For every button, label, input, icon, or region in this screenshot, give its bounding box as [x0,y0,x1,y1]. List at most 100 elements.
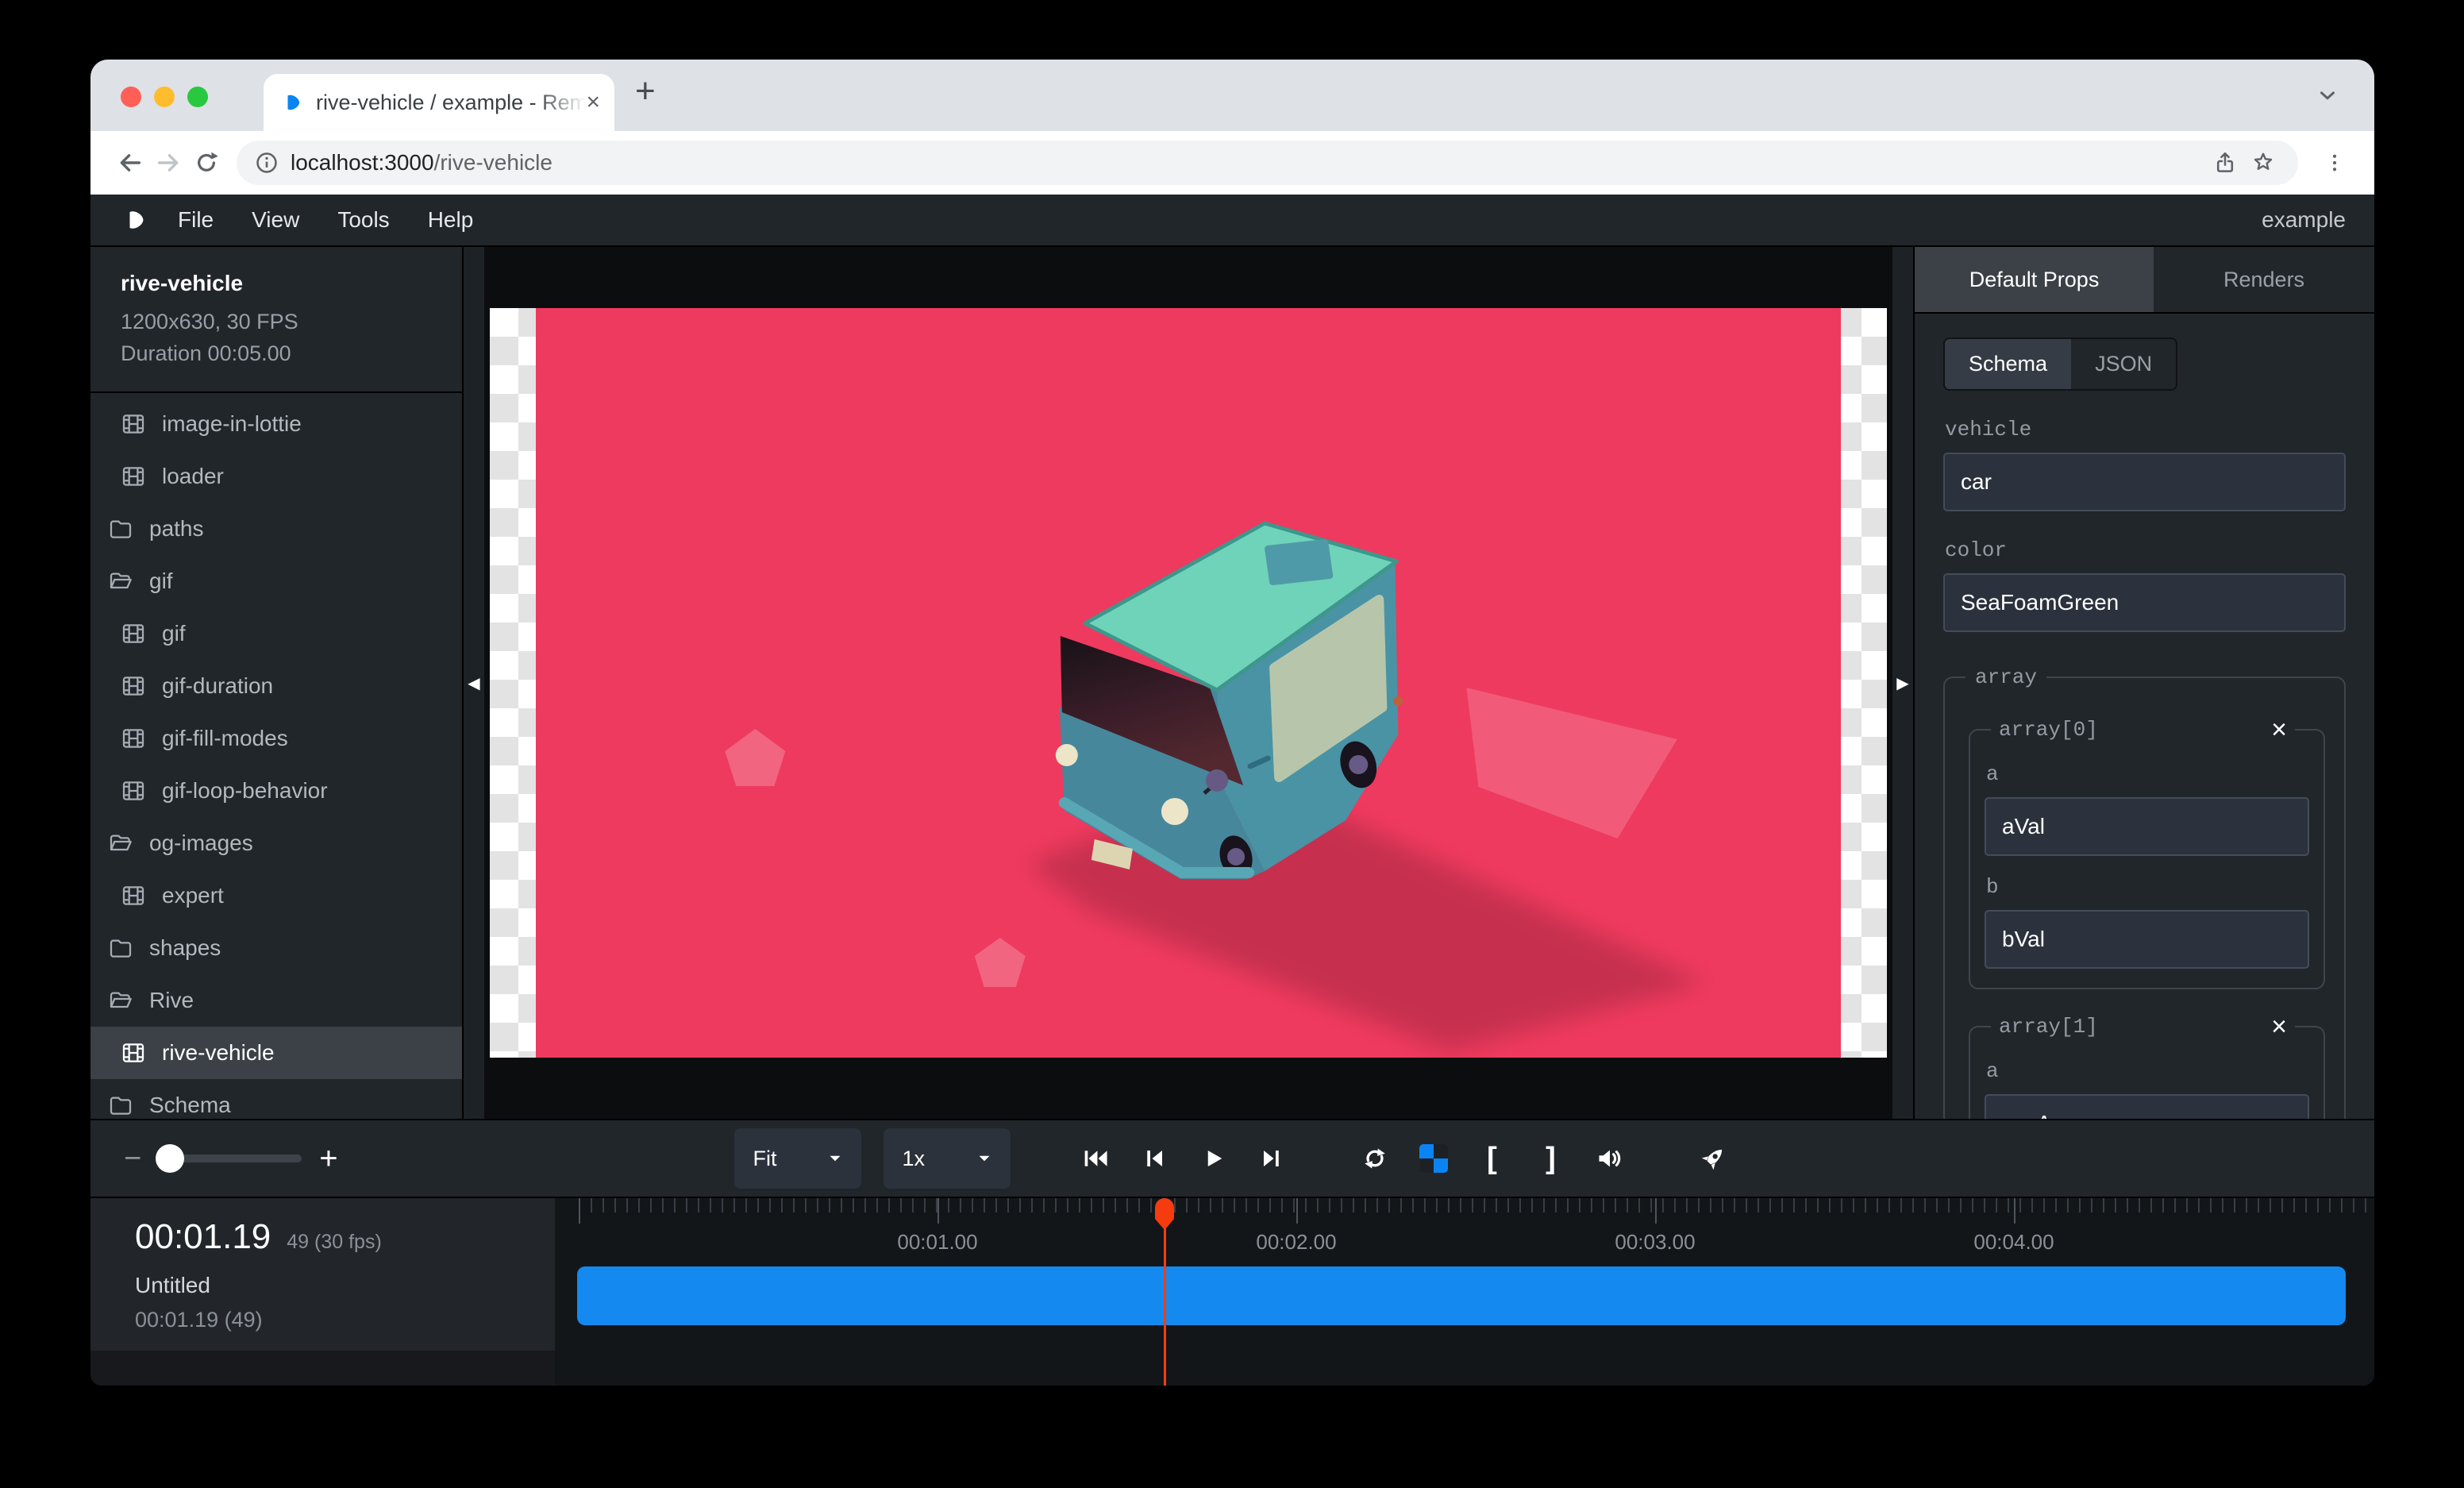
sidebar-item-gif-fill-modes[interactable]: gif-fill-modes [90,712,462,765]
next-frame-icon [1260,1147,1284,1170]
array-item-label: array[1] [1999,1015,2098,1039]
sidebar-item-gif[interactable]: gif [90,555,462,607]
sidebar-item-label: Rive [149,988,194,1013]
tab-close-icon[interactable]: × [586,91,600,114]
playhead-marker[interactable] [1155,1198,1174,1220]
remotion-favicon [283,92,303,113]
loop-toggle-button[interactable] [1357,1140,1393,1177]
props-content: Schema JSON vehicle car color SeaFoamGre… [1915,314,2374,1119]
collapse-left-sidebar-handle[interactable]: ◀ [464,247,484,1119]
previous-frame-button[interactable] [1136,1140,1172,1177]
zoom-in-icon[interactable]: + [319,1143,337,1174]
back-button[interactable] [111,144,149,182]
tab-renders[interactable]: Renders [2154,247,2374,312]
next-frame-button[interactable] [1253,1140,1290,1177]
a-input[interactable]: aVal [1985,797,2309,856]
share-icon[interactable] [2206,144,2244,182]
color-input[interactable]: SeaFoamGreen [1943,573,2346,632]
menu-help[interactable]: Help [428,207,474,233]
sidebar-item-label: shapes [149,935,221,961]
browser-tab[interactable]: rive-vehicle / example - Remoti × [264,74,614,131]
zoom-out-icon[interactable]: − [124,1143,141,1174]
sidebar-item-rive-vehicle[interactable]: rive-vehicle [90,1027,462,1079]
sidebar-item-gif-duration[interactable]: gif-duration [90,660,462,712]
transparency-checkerboard-toggle[interactable] [1415,1140,1452,1177]
composition-duration: Duration 00:05.00 [121,337,446,369]
sidebar-item-expert[interactable]: expert [90,869,462,922]
sidebar-item-image-in-lottie[interactable]: image-in-lottie [90,398,462,450]
stage [484,247,1892,1119]
mute-button[interactable] [1592,1140,1628,1177]
chevron-down-icon [974,1148,995,1169]
sidebar-item-og-images[interactable]: og-images [90,817,462,869]
zoom-slider-thumb[interactable] [156,1144,184,1173]
sidebar-item-shapes[interactable]: shapes [90,922,462,974]
timeline-ruler[interactable]: 00:01.0000:02.0000:03.0000:04.00 [555,1198,2374,1386]
address-bar[interactable]: localhost:3000/rive-vehicle [237,141,2298,185]
sidebar-item-label: Schema [149,1093,231,1118]
new-tab-button[interactable]: + [635,74,656,109]
sidebar-item-label: loader [162,464,224,489]
site-info-icon[interactable] [254,150,279,175]
film-icon [121,673,146,699]
vehicle-input[interactable]: car [1943,453,2346,511]
track-name: Untitled [135,1273,555,1298]
field-label-vehicle: vehicle [1945,418,2346,441]
reload-button[interactable] [187,144,225,182]
array-item-1: array[1]×asecAb [1969,1013,2325,1119]
size-select[interactable]: Fit [734,1128,861,1189]
skip-to-start-button[interactable] [1077,1140,1114,1177]
menu-file[interactable]: File [178,207,214,233]
menu-tools[interactable]: Tools [337,207,389,233]
sidebar-item-label: gif-loop-behavior [162,778,328,804]
collapse-right-sidebar-handle[interactable]: ▶ [1892,247,1913,1119]
folder-closed-icon [108,1093,133,1118]
sidebar-item-loader[interactable]: loader [90,450,462,503]
volume-icon [1596,1144,1624,1173]
b-input[interactable]: bVal [1985,910,2309,969]
ruler-tick [1655,1198,1657,1224]
sidebar-item-Rive[interactable]: Rive [90,974,462,1027]
folder-closed-icon [108,935,133,961]
sidebar-item-paths[interactable]: paths [90,503,462,555]
close-window-button[interactable] [121,87,141,107]
loop-icon [1361,1145,1388,1172]
bookmark-star-icon[interactable] [2244,144,2282,182]
playback-cluster: Fit 1x [ [734,1128,1731,1189]
remove-array-item-button[interactable]: × [2271,716,2287,743]
sidebar-item-label: og-images [149,831,253,856]
forward-button[interactable] [149,144,187,182]
remotion-logo[interactable] [124,208,148,232]
toggle-schema[interactable]: Schema [1945,339,2071,389]
browser-menu-icon[interactable] [2316,144,2354,182]
zoom-slider[interactable] [159,1155,302,1162]
toggle-json[interactable]: JSON [2071,339,2176,389]
sidebar-item-gif-loop-behavior[interactable]: gif-loop-behavior [90,765,462,817]
fullscreen-window-button[interactable] [187,87,208,107]
set-in-point-button[interactable]: [ [1474,1140,1511,1177]
set-out-point-button[interactable]: ] [1533,1140,1569,1177]
tab-search-chevron-icon[interactable] [2316,83,2339,107]
tab-default-props[interactable]: Default Props [1915,247,2154,312]
sidebar-item-label: rive-vehicle [162,1040,275,1066]
sidebar-item-Schema[interactable]: Schema [90,1079,462,1119]
sidebar-item-gif[interactable]: gif [90,607,462,660]
menu-view[interactable]: View [252,207,299,233]
playback-rate-select[interactable]: 1x [884,1128,1011,1189]
window-controls [121,87,208,107]
sidebar-item-label: expert [162,883,224,908]
render-button[interactable] [1695,1140,1731,1177]
current-timecode[interactable]: 00:01.19 [135,1217,271,1257]
field-label-a: a [1986,762,2309,786]
checkerboard-icon [1419,1144,1448,1173]
array-item-0: array[0]×aaValbbVal [1969,716,2325,989]
sidebar-item-label: paths [149,516,204,542]
browser-tab-strip: rive-vehicle / example - Remoti × + [90,60,2374,131]
a-input[interactable]: secA [1985,1094,2309,1119]
remove-array-item-button[interactable]: × [2271,1013,2287,1040]
ruler-tick [1296,1198,1298,1224]
timeline-track-bar[interactable] [577,1266,2346,1325]
composition-viewport[interactable] [490,308,1887,1058]
play-button[interactable] [1195,1140,1231,1177]
minimize-window-button[interactable] [154,87,175,107]
